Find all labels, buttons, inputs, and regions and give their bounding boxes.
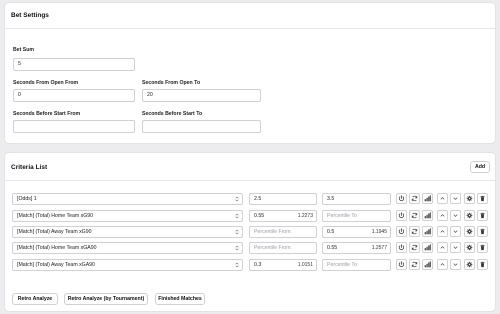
bar-chart-icon[interactable] (422, 210, 433, 221)
criteria-list-title: Criteria List (11, 164, 48, 171)
chevron-up-icon[interactable] (437, 226, 448, 237)
percentile-from-value: 0.55 (254, 213, 265, 219)
trash-icon[interactable] (477, 226, 488, 237)
chevron-down-icon[interactable] (450, 226, 461, 237)
percentile-to-input[interactable]: 3.5 Percentile To (322, 193, 391, 205)
sort-icon (235, 229, 239, 235)
percentile-from-input[interactable]: 0.55 Percentile From 1.2273 (249, 210, 317, 222)
criterion-select-value: [Match] (Total) Away Team xGA90 (17, 262, 95, 268)
percentile-from-value: 0.3 (254, 262, 262, 268)
criteria-list-header: Criteria List Add (5, 153, 495, 181)
seconds-before-start-from-label: Seconds Before Start From (13, 111, 81, 117)
chevron-down-icon[interactable] (450, 242, 461, 253)
seconds-from-open-from-input[interactable]: 0 (13, 89, 135, 102)
chevron-down-icon[interactable] (450, 259, 461, 270)
chevron-up-icon[interactable] (437, 242, 448, 253)
criterion-select-value: [Odds] 1 (17, 196, 37, 202)
gear-icon[interactable] (464, 210, 475, 221)
chevron-down-icon[interactable] (450, 210, 461, 221)
percentile-to-value: 0.55 (327, 245, 338, 251)
bet-settings-header: Bet Settings (5, 3, 495, 29)
criteria-list-card: Criteria List Add [Odds] 1 2.5 Percentil… (4, 152, 496, 312)
percentile-to-placeholder: Percentile To (327, 262, 357, 268)
percentile-to-input[interactable]: 0.5 Percentile To 1.1945 (322, 226, 391, 238)
percentile-to-placeholder: Percentile To (327, 213, 357, 219)
bet-settings-card: Bet Settings Bet Sum 5 Seconds From Open… (4, 2, 496, 144)
power-icon[interactable] (396, 226, 407, 237)
bar-chart-icon[interactable] (422, 193, 433, 204)
percentile-to-value: 3.5 (327, 196, 335, 202)
percentile-to-input[interactable]: Percentile To (322, 210, 391, 222)
bet-settings-title: Bet Settings (11, 12, 49, 19)
criterion-select[interactable]: [Odds] 1 (12, 193, 243, 205)
sort-icon (235, 196, 239, 202)
criterion-select[interactable]: [Match] (Total) Home Team xG90 (12, 210, 243, 222)
chevron-up-icon[interactable] (437, 259, 448, 270)
retro-analyze-tournament-button[interactable]: Retro Analyze (by Tournament) (64, 293, 148, 305)
seconds-from-open-from-label: Seconds From Open From (13, 80, 79, 86)
percentile-from-input[interactable]: Percentile From (249, 226, 317, 238)
criterion-select-value: [Match] (Total) Home Team xG90 (17, 213, 94, 219)
criterion-select[interactable]: [Match] (Total) Away Team xGA90 (12, 259, 243, 271)
gear-icon[interactable] (464, 226, 475, 237)
gear-icon[interactable] (464, 259, 475, 270)
chevron-down-icon[interactable] (450, 193, 461, 204)
finished-matches-button[interactable]: Finished Matches (155, 293, 205, 305)
percentile-to-computed: 1.2577 (371, 245, 387, 251)
sort-icon (235, 262, 239, 268)
chevron-up-icon[interactable] (437, 193, 448, 204)
power-icon[interactable] (396, 210, 407, 221)
bar-chart-icon[interactable] (422, 259, 433, 270)
refresh-icon[interactable] (409, 193, 420, 204)
power-icon[interactable] (396, 259, 407, 270)
gear-icon[interactable] (464, 193, 475, 204)
seconds-before-start-from-input[interactable] (13, 120, 135, 133)
seconds-before-start-to-label: Seconds Before Start To (142, 111, 203, 117)
percentile-from-placeholder: Percentile From (254, 245, 291, 251)
refresh-icon[interactable] (409, 242, 420, 253)
trash-icon[interactable] (477, 210, 488, 221)
percentile-from-value: 2.5 (254, 196, 262, 202)
gear-icon[interactable] (464, 242, 475, 253)
bet-sum-input[interactable]: 5 (13, 58, 135, 71)
sort-icon (235, 245, 239, 251)
refresh-icon[interactable] (409, 226, 420, 237)
percentile-from-computed: 1.2273 (297, 213, 313, 219)
percentile-from-computed: 1.0151 (297, 262, 313, 268)
percentile-to-computed: 1.1945 (371, 229, 387, 235)
seconds-from-open-to-input[interactable]: 20 (142, 89, 261, 102)
power-icon[interactable] (396, 242, 407, 253)
percentile-from-placeholder: Percentile From (254, 229, 291, 235)
bet-sum-label: Bet Sum (13, 47, 35, 53)
percentile-to-input[interactable]: Percentile To (322, 259, 391, 271)
seconds-from-open-to-label: Seconds From Open To (142, 80, 201, 86)
trash-icon[interactable] (477, 242, 488, 253)
percentile-from-input[interactable]: 2.5 Percentile From (249, 193, 317, 205)
criterion-select-value: [Match] (Total) Home Team xGA90 (17, 245, 97, 251)
criterion-select[interactable]: [Match] (Total) Home Team xGA90 (12, 242, 243, 254)
percentile-to-value: 0.5 (327, 229, 335, 235)
power-icon[interactable] (396, 193, 407, 204)
refresh-icon[interactable] (409, 259, 420, 270)
criterion-select[interactable]: [Match] (Total) Away Team xG90 (12, 226, 243, 238)
bar-chart-icon[interactable] (422, 226, 433, 237)
seconds-before-start-to-input[interactable] (142, 120, 261, 133)
percentile-from-input[interactable]: 0.3 Percentile From 1.0151 (249, 259, 317, 271)
bar-chart-icon[interactable] (422, 242, 433, 253)
refresh-icon[interactable] (409, 210, 420, 221)
sort-icon (235, 213, 239, 219)
add-criterion-button[interactable]: Add (470, 161, 490, 173)
percentile-from-input[interactable]: Percentile From (249, 242, 317, 254)
retro-analyze-button[interactable]: Retro Analyze (12, 293, 58, 305)
percentile-to-input[interactable]: 0.55 Percentile To 1.2577 (322, 242, 391, 254)
trash-icon[interactable] (477, 193, 488, 204)
chevron-up-icon[interactable] (437, 210, 448, 221)
criterion-select-value: [Match] (Total) Away Team xG90 (17, 229, 92, 235)
trash-icon[interactable] (477, 259, 488, 270)
